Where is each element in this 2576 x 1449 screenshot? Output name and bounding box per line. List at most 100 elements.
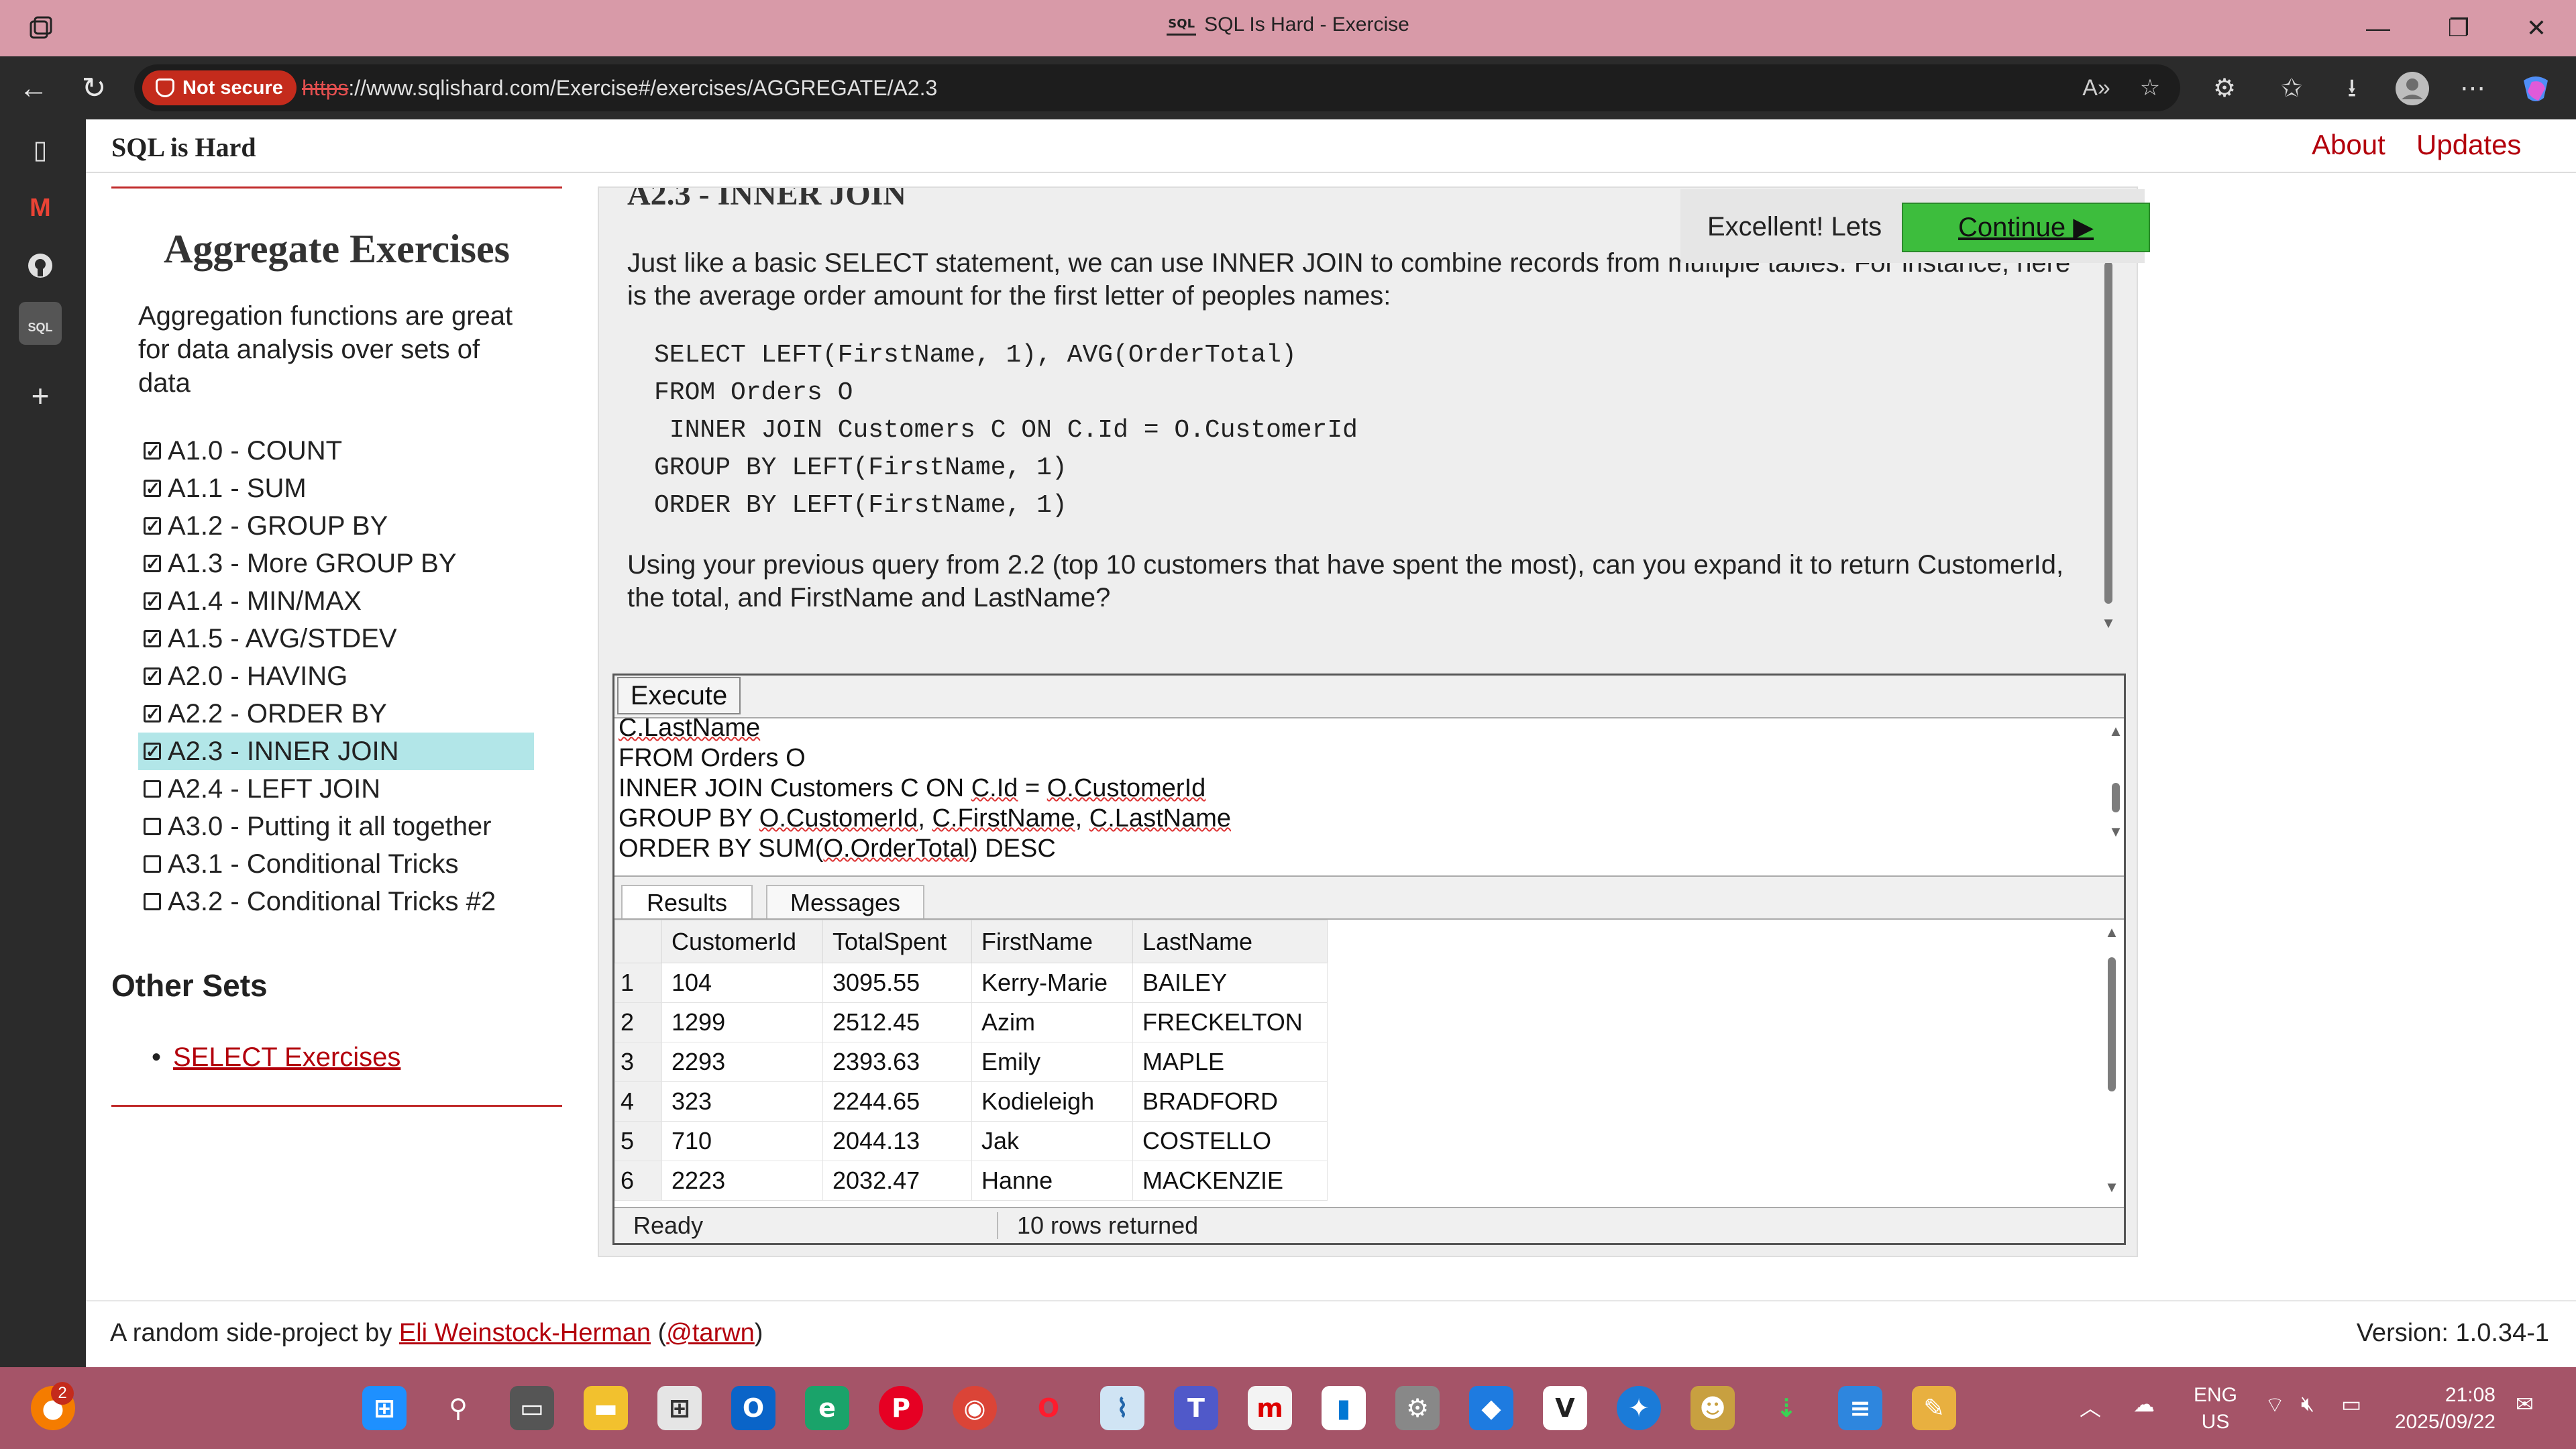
address-bar[interactable]: Not secure https://www.sqlishard.com/Exe… [134, 64, 2180, 111]
sql-editor[interactable]: C.LastName FROM Orders O INNER JOIN Cust… [614, 717, 2124, 877]
exercise-item[interactable]: ✓ A2.3 - INNER JOIN [138, 733, 534, 770]
table-cell: 104 [661, 963, 823, 1003]
teams-icon[interactable]: T [1174, 1386, 1218, 1430]
outlook-icon[interactable]: O [731, 1386, 775, 1430]
favorites-icon[interactable]: ✩ [2271, 68, 2312, 109]
file-explorer-icon[interactable]: ▬ [584, 1386, 628, 1430]
gmail-icon[interactable]: M [19, 186, 62, 229]
download-manager-icon[interactable]: ⇣ [1764, 1386, 1809, 1430]
task-view-icon[interactable]: ▭ [510, 1386, 554, 1430]
extensions-icon[interactable]: ⚙ [2204, 68, 2245, 109]
scrollbar-thumb[interactable] [2108, 957, 2116, 1091]
github-icon[interactable] [19, 244, 62, 287]
exercise-item[interactable]: A2.4 - LEFT JOIN [138, 770, 534, 808]
tools-app-icon[interactable]: ✎ [1912, 1386, 1956, 1430]
volume-muted-icon[interactable]: 🔇︎ [2301, 1391, 2314, 1417]
show-hidden-icons[interactable]: ︿ [2080, 1391, 2101, 1422]
onedrive-icon[interactable]: ☁ [2133, 1391, 2155, 1417]
refresh-icon[interactable]: ↻ [74, 68, 114, 109]
whiteboard-icon[interactable]: ▮ [1322, 1386, 1366, 1430]
exercise-item[interactable]: A3.1 - Conditional Tricks [138, 845, 534, 883]
scrollbar-thumb[interactable] [2112, 783, 2120, 812]
nav-updates-link[interactable]: Updates [2416, 129, 2521, 161]
tab-messages[interactable]: Messages [766, 885, 924, 920]
favorite-star-icon[interactable]: ☆ [2133, 72, 2167, 103]
tabs-panel-icon[interactable]: ▯ [19, 129, 62, 172]
site-brand[interactable]: SQL is Hard [111, 131, 256, 163]
select-exercises-link[interactable]: SELECT Exercises [152, 1042, 562, 1073]
read-aloud-icon[interactable]: A» [2080, 72, 2113, 103]
wifi-icon[interactable]: ⌔ [2265, 1391, 2285, 1418]
table-row[interactable]: 4 323 2244.65 Kodieleigh BRADFORD [614, 1081, 1328, 1122]
mendeley-icon[interactable]: m [1248, 1386, 1292, 1430]
column-header[interactable]: TotalSpent [822, 920, 972, 963]
table-row[interactable]: 3 2293 2393.63 Emily MAPLE [614, 1042, 1328, 1082]
exercise-item[interactable]: ✓ A1.4 - MIN/MAX [138, 582, 534, 620]
start-menu-icon[interactable]: ⊞ [362, 1386, 407, 1430]
sql-editor-text[interactable]: C.LastName FROM Orders O INNER JOIN Cust… [619, 718, 1231, 864]
scrollbar-thumb[interactable] [2104, 262, 2112, 604]
close-icon[interactable]: ✕ [2506, 9, 2567, 47]
opera-icon[interactable]: O [1026, 1386, 1071, 1430]
exercise-item[interactable]: ✓ A1.1 - SUM [138, 470, 534, 507]
microsoft-store-icon[interactable]: ⊞ [657, 1386, 702, 1430]
table-cell: 1299 [661, 1002, 823, 1042]
column-header[interactable]: FirstName [971, 920, 1133, 963]
url-text[interactable]: https://www.sqlishard.com/Exercise#/exer… [302, 76, 937, 101]
scroll-up-icon[interactable]: ▲ [2104, 924, 2120, 941]
tab-results[interactable]: Results [621, 885, 753, 920]
results-scrollbar[interactable]: ▲ ▼ [2104, 924, 2120, 1205]
exercise-item[interactable]: ✓ A1.5 - AVG/STDEV [138, 620, 534, 657]
nav-about-link[interactable]: About [2312, 129, 2385, 161]
column-header[interactable]: LastName [1132, 920, 1328, 963]
minimize-icon[interactable]: — [2348, 9, 2408, 47]
execute-button[interactable]: Execute [617, 677, 741, 714]
restore-icon[interactable]: ❐ [2428, 9, 2489, 47]
copilot-icon[interactable] [2516, 68, 2556, 109]
scroll-down-icon[interactable]: ▼ [2108, 823, 2124, 841]
stocks-app-icon[interactable]: ⌇ [1100, 1386, 1144, 1430]
not-secure-badge[interactable]: Not secure [142, 70, 297, 105]
pinterest-icon[interactable]: P [879, 1386, 923, 1430]
game-app-icon[interactable]: ☻ [1690, 1386, 1735, 1430]
table-row[interactable]: 2 1299 2512.45 Azim FRECKELTON [614, 1002, 1328, 1042]
notepad-icon[interactable]: ≡ [1838, 1386, 1882, 1430]
table-row[interactable]: 6 2223 2032.47 Hanne MACKENZIE [614, 1161, 1328, 1201]
chrome-icon[interactable]: ◉ [953, 1386, 997, 1430]
azure-data-studio-icon[interactable]: ◆ [1469, 1386, 1513, 1430]
exercise-item[interactable]: A3.2 - Conditional Tricks #2 [138, 883, 534, 920]
more-menu-icon[interactable]: ⋯ [2453, 68, 2493, 109]
scroll-down-icon[interactable]: ▼ [2104, 1179, 2120, 1196]
profile-avatar-icon[interactable] [2392, 68, 2432, 109]
twitter-handle-link[interactable]: @tarwn [666, 1319, 755, 1347]
add-sidebar-app-icon[interactable]: + [19, 374, 62, 417]
safari-icon[interactable]: ✦ [1617, 1386, 1661, 1430]
battery-icon[interactable]: ▭ [2341, 1391, 2361, 1417]
exercise-item[interactable]: A3.0 - Putting it all together [138, 808, 534, 845]
language-indicator[interactable]: ENG US [2194, 1382, 2237, 1436]
sql-is-hard-tab-icon[interactable]: SQL [19, 302, 62, 345]
vim-icon[interactable]: V [1543, 1386, 1587, 1430]
edge-icon[interactable]: e [805, 1386, 849, 1430]
search-icon[interactable]: ⚲ [436, 1386, 480, 1430]
continue-button[interactable]: Continue ▶ [1902, 203, 2150, 252]
exercise-item[interactable]: ✓ A2.0 - HAVING [138, 657, 534, 695]
column-header[interactable]: CustomerId [661, 920, 823, 963]
question-scrollbar[interactable]: ▼ [2100, 262, 2116, 637]
back-icon[interactable]: ← [13, 68, 54, 109]
exercise-item[interactable]: ✓ A1.3 - More GROUP BY [138, 545, 534, 582]
system-clock[interactable]: 21:08 2025/09/22 [2395, 1382, 2496, 1436]
scroll-down-icon[interactable]: ▼ [2100, 614, 2116, 632]
downloads-icon[interactable]: ⭳ [2332, 68, 2372, 109]
exercise-item[interactable]: ✓ A1.0 - COUNT [138, 432, 534, 470]
exercise-item[interactable]: ✓ A2.2 - ORDER BY [138, 695, 534, 733]
settings-icon[interactable]: ⚙ [1395, 1386, 1440, 1430]
table-row[interactable]: 5 710 2044.13 Jak COSTELLO [614, 1121, 1328, 1161]
scroll-up-icon[interactable]: ▲ [2108, 722, 2124, 740]
author-link[interactable]: Eli Weinstock-Herman [399, 1319, 651, 1347]
exercise-item[interactable]: ✓ A1.2 - GROUP BY [138, 507, 534, 545]
exercise-panel: A2.3 - INNER JOIN Just like a basic SELE… [598, 186, 2150, 1257]
table-row[interactable]: 1 104 3095.55 Kerry-Marie BAILEY [614, 963, 1328, 1003]
notifications-icon[interactable]: ✉ [2516, 1391, 2534, 1417]
editor-scrollbar[interactable]: ▲ ▼ [2108, 722, 2124, 874]
